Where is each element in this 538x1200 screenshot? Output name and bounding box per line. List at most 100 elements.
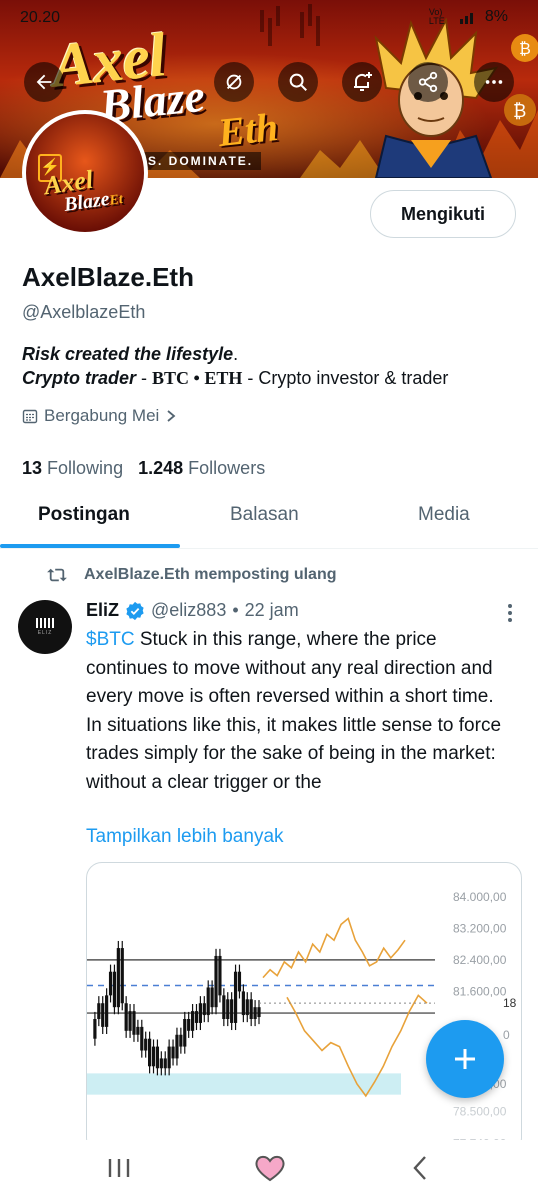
candle-body [214, 955, 218, 1008]
post-dot-separator: • [232, 600, 239, 620]
svg-text:₿: ₿ [513, 101, 526, 121]
post-media-chart[interactable]: 84.000,0083.200,0082.400,0081.600,0079.2… [86, 862, 522, 1154]
candle-body [257, 1007, 261, 1018]
post-author-handle[interactable]: @eliz883 [151, 600, 226, 621]
price-axis-label-partial: 0 [503, 1028, 510, 1042]
candle-body [167, 1046, 171, 1069]
more-options-button[interactable] [474, 62, 514, 102]
tab-postingan[interactable]: Postingan [38, 504, 130, 526]
following-link[interactable]: 13 Following [22, 458, 123, 478]
candle-body [190, 1011, 195, 1031]
back-nav-icon[interactable] [412, 1155, 428, 1181]
bio-period: . [233, 344, 239, 364]
candle-body [206, 987, 210, 1016]
bullish-projection-line [262, 917, 406, 979]
profile-handle: @AxelblazeEth [22, 302, 146, 322]
candle-body [112, 971, 117, 1008]
followers-link[interactable]: 1.248 Followers [138, 458, 265, 478]
grok-button[interactable] [214, 62, 254, 102]
verified-icon [126, 601, 144, 620]
bell-plus-icon [354, 72, 372, 91]
svg-text:₿: ₿ [519, 40, 531, 58]
active-tab-indicator [0, 544, 180, 548]
candle-body [194, 1011, 199, 1023]
post-author-avatar[interactable]: ELIZ [18, 600, 72, 654]
candle-body [218, 955, 222, 996]
repost-header[interactable]: AxelBlaze.Eth memposting ulang [46, 566, 336, 584]
post-text: $BTC Stuck in this range, where the pric… [86, 626, 516, 797]
candle-body [202, 1003, 206, 1016]
candle-body [198, 1003, 202, 1023]
following-button[interactable]: Mengikuti [370, 190, 516, 238]
candle-body [222, 995, 226, 1019]
share-button[interactable] [408, 62, 448, 102]
candle-body [140, 1026, 144, 1051]
show-more-link[interactable]: Tampilkan lebih banyak [86, 826, 284, 848]
android-nav-bar [0, 1140, 538, 1200]
chevron-right-icon [167, 410, 176, 422]
candle-body [237, 971, 242, 992]
price-axis-label: 82.400,00 [453, 953, 507, 967]
post-time[interactable]: 22 jam [245, 600, 299, 621]
post-text-part1: Stuck in this range, where the price con… [86, 629, 494, 707]
followers-count: 1.248 [138, 458, 184, 478]
network-label: Vo) LTE [428, 7, 445, 26]
post-more-icon[interactable] [504, 602, 516, 624]
price-axis-label: 81.600,00 [453, 984, 507, 998]
home-heart-icon[interactable] [254, 1154, 286, 1182]
candle-body [233, 971, 238, 1023]
candle-body [116, 948, 120, 1008]
compose-post-button[interactable] [426, 1020, 504, 1098]
bio-role: Crypto trader [22, 368, 137, 388]
candle-body [210, 987, 214, 1008]
price-axis-label-faded: 78.500,00 [453, 1105, 507, 1119]
search-button[interactable] [278, 62, 318, 102]
candle-body [230, 999, 234, 1023]
bio-line-1: Risk created the lifestyle. [22, 344, 238, 365]
candle-body [179, 1034, 183, 1047]
bio-rest: - Crypto investor & trader [242, 368, 449, 388]
post-avatar-label: ELIZ [37, 630, 53, 636]
status-bar: 20.20 Vo) LTE 8% [0, 0, 538, 36]
candle-body [249, 999, 253, 1019]
bio-separator: - [136, 368, 153, 388]
battery-label: 8% [484, 8, 508, 25]
more-icon [485, 80, 503, 84]
candle-body [124, 1003, 128, 1031]
candle-body [105, 995, 109, 1027]
candle-body [159, 1058, 163, 1069]
plus-icon [455, 1049, 475, 1069]
back-button[interactable] [24, 62, 64, 102]
tab-balasan[interactable]: Balasan [230, 504, 299, 526]
price-axis-label: 84.000,00 [453, 890, 507, 904]
joined-date[interactable]: Bergabung Mei [22, 406, 177, 426]
notify-button[interactable] [342, 62, 382, 102]
candle-body [148, 1038, 152, 1067]
recents-icon[interactable] [107, 1157, 131, 1179]
price-axis-label: 83.200,00 [453, 921, 507, 935]
repost-icon [47, 568, 67, 582]
profile-avatar[interactable]: ⚡ Axel BlazeEt [22, 110, 148, 236]
profile-name: AxelBlaze.Eth [22, 262, 194, 292]
calendar-icon [22, 409, 38, 424]
repost-label: AxelBlaze.Eth memposting ulang [84, 566, 337, 583]
follow-stats: 13 Following 1.248 Followers [22, 458, 265, 479]
tab-media[interactable]: Media [418, 504, 470, 526]
post-author-name[interactable]: EliZ [86, 600, 119, 621]
candle-body [101, 1003, 105, 1027]
candle-body [144, 1038, 148, 1051]
joined-label: Bergabung Mei [44, 406, 160, 425]
avatar-logo-blaze-text: Blaze [62, 187, 111, 216]
candle-body [136, 1026, 140, 1035]
post-cashtag[interactable]: $BTC [86, 629, 135, 650]
signal-icon [459, 13, 473, 24]
profile-tabs: Postingan Balasan Media [0, 494, 538, 549]
following-label: Following [47, 458, 124, 478]
current-price-tag: 18 [503, 996, 517, 1010]
candle-body [183, 1019, 187, 1047]
candle-body [108, 971, 113, 996]
candle-body [241, 991, 245, 1016]
banner-logo-eth: Eth [215, 103, 281, 156]
share-icon [418, 71, 438, 93]
bio-line-2: Crypto trader - BTC • ETH - Crypto inves… [22, 368, 448, 389]
